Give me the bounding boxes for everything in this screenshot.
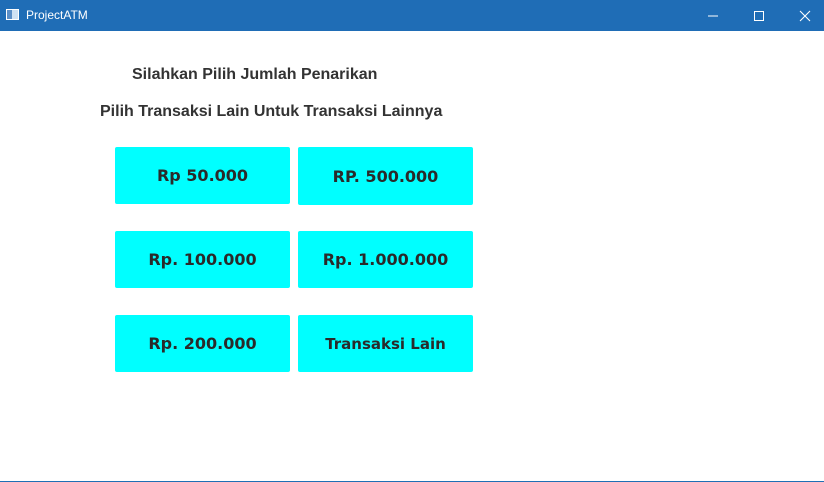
close-button[interactable] <box>782 0 824 31</box>
maximize-button[interactable] <box>736 0 782 31</box>
minimize-icon <box>708 15 718 17</box>
withdraw-heading: Silahkan Pilih Jumlah Penarikan <box>132 66 378 83</box>
window-title: ProjectATM <box>26 8 88 22</box>
app-window-icon <box>6 9 19 20</box>
withdraw-200000-button[interactable]: Rp. 200.000 <box>115 315 290 372</box>
title-bar[interactable]: ProjectATM <box>0 0 824 31</box>
app-window: ProjectATM Silahkan Pilih Jumlah Penarik… <box>0 0 824 482</box>
withdraw-50000-button[interactable]: Rp 50.000 <box>115 147 290 204</box>
other-transaction-hint: Pilih Transaksi Lain Untuk Transaksi Lai… <box>100 103 443 120</box>
withdraw-100000-button[interactable]: Rp. 100.000 <box>115 231 290 288</box>
withdraw-1000000-button[interactable]: Rp. 1.000.000 <box>298 231 473 288</box>
close-icon <box>799 10 811 22</box>
other-transaction-button[interactable]: Transaksi Lain <box>298 315 473 372</box>
minimize-button[interactable] <box>690 0 736 31</box>
withdraw-500000-button[interactable]: RP. 500.000 <box>298 147 473 205</box>
maximize-icon <box>754 11 764 21</box>
